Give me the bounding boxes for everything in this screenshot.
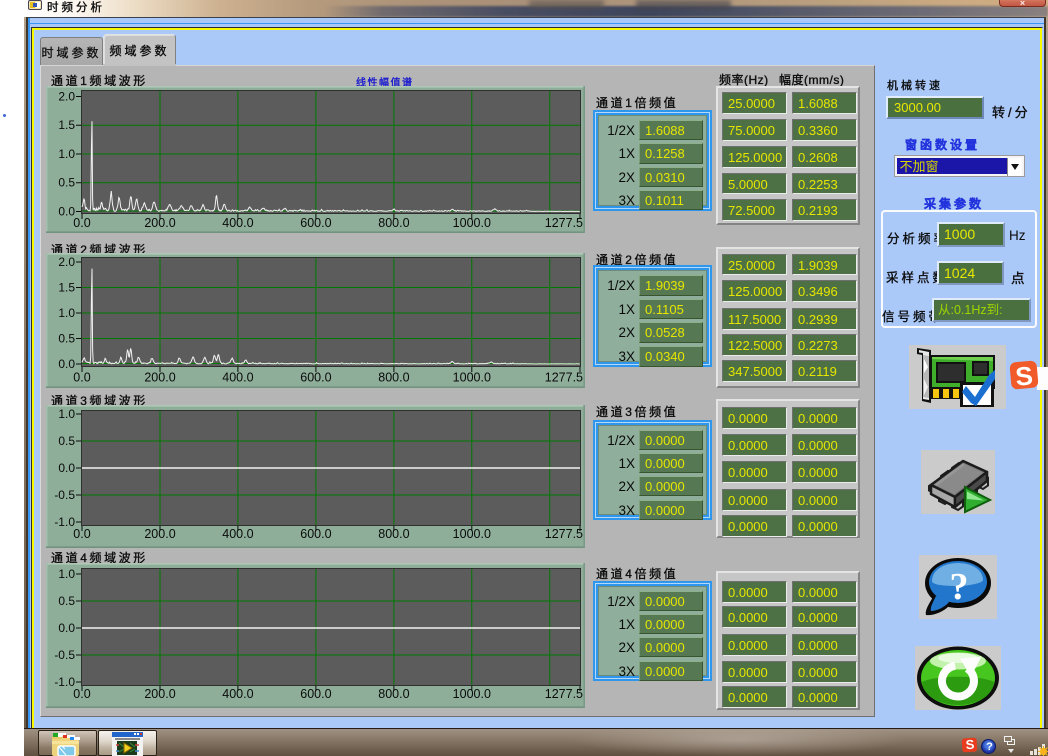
svg-text:1.5: 1.5 — [58, 118, 75, 132]
svg-text:200.0: 200.0 — [144, 216, 175, 230]
svg-text:1000.0: 1000.0 — [453, 216, 491, 230]
svg-text:0.0: 0.0 — [73, 687, 90, 701]
svg-text:800.0: 800.0 — [378, 371, 409, 385]
svg-text:-0.5: -0.5 — [54, 488, 75, 502]
svg-text:0.0: 0.0 — [58, 621, 75, 635]
svg-text:1000.0: 1000.0 — [453, 527, 491, 541]
svg-text:0.0: 0.0 — [73, 527, 90, 541]
svg-text:0.5: 0.5 — [58, 176, 75, 190]
svg-text:200.0: 200.0 — [144, 527, 175, 541]
svg-text:1277.5: 1277.5 — [545, 687, 583, 701]
svg-text:800.0: 800.0 — [378, 687, 409, 701]
svg-text:-1.0: -1.0 — [54, 515, 75, 529]
svg-text:1277.5: 1277.5 — [545, 527, 583, 541]
svg-text:800.0: 800.0 — [378, 216, 409, 230]
svg-text:0.0: 0.0 — [58, 461, 75, 475]
svg-text:400.0: 400.0 — [222, 687, 253, 701]
svg-text:-0.5: -0.5 — [54, 648, 75, 662]
svg-text:0.0: 0.0 — [58, 357, 75, 371]
svg-text:400.0: 400.0 — [222, 216, 253, 230]
svg-text:400.0: 400.0 — [222, 371, 253, 385]
svg-text:-1.0: -1.0 — [54, 675, 75, 689]
svg-text:200.0: 200.0 — [144, 371, 175, 385]
svg-text:1000.0: 1000.0 — [453, 371, 491, 385]
svg-text:0.0: 0.0 — [73, 216, 90, 230]
svg-text:1277.5: 1277.5 — [545, 371, 583, 385]
svg-text:1.0: 1.0 — [58, 407, 75, 421]
svg-text:1.0: 1.0 — [58, 306, 75, 320]
svg-text:?: ? — [950, 566, 969, 608]
svg-text:0.5: 0.5 — [58, 594, 75, 608]
svg-text:0.5: 0.5 — [58, 434, 75, 448]
svg-text:600.0: 600.0 — [300, 371, 331, 385]
svg-text:600.0: 600.0 — [300, 216, 331, 230]
svg-text:400.0: 400.0 — [222, 527, 253, 541]
svg-text:600.0: 600.0 — [300, 527, 331, 541]
svg-text:1.5: 1.5 — [58, 281, 75, 295]
svg-text:1000.0: 1000.0 — [453, 687, 491, 701]
svg-text:1277.5: 1277.5 — [545, 216, 583, 230]
svg-text:1.0: 1.0 — [58, 567, 75, 581]
svg-text:2.0: 2.0 — [58, 255, 75, 269]
svg-text:200.0: 200.0 — [144, 687, 175, 701]
svg-text:600.0: 600.0 — [300, 687, 331, 701]
svg-text:0.0: 0.0 — [73, 371, 90, 385]
svg-text:1.0: 1.0 — [58, 147, 75, 161]
svg-text:2.0: 2.0 — [58, 90, 75, 104]
svg-text:S: S — [1014, 360, 1034, 391]
svg-text:0.5: 0.5 — [58, 332, 75, 346]
svg-text:800.0: 800.0 — [378, 527, 409, 541]
